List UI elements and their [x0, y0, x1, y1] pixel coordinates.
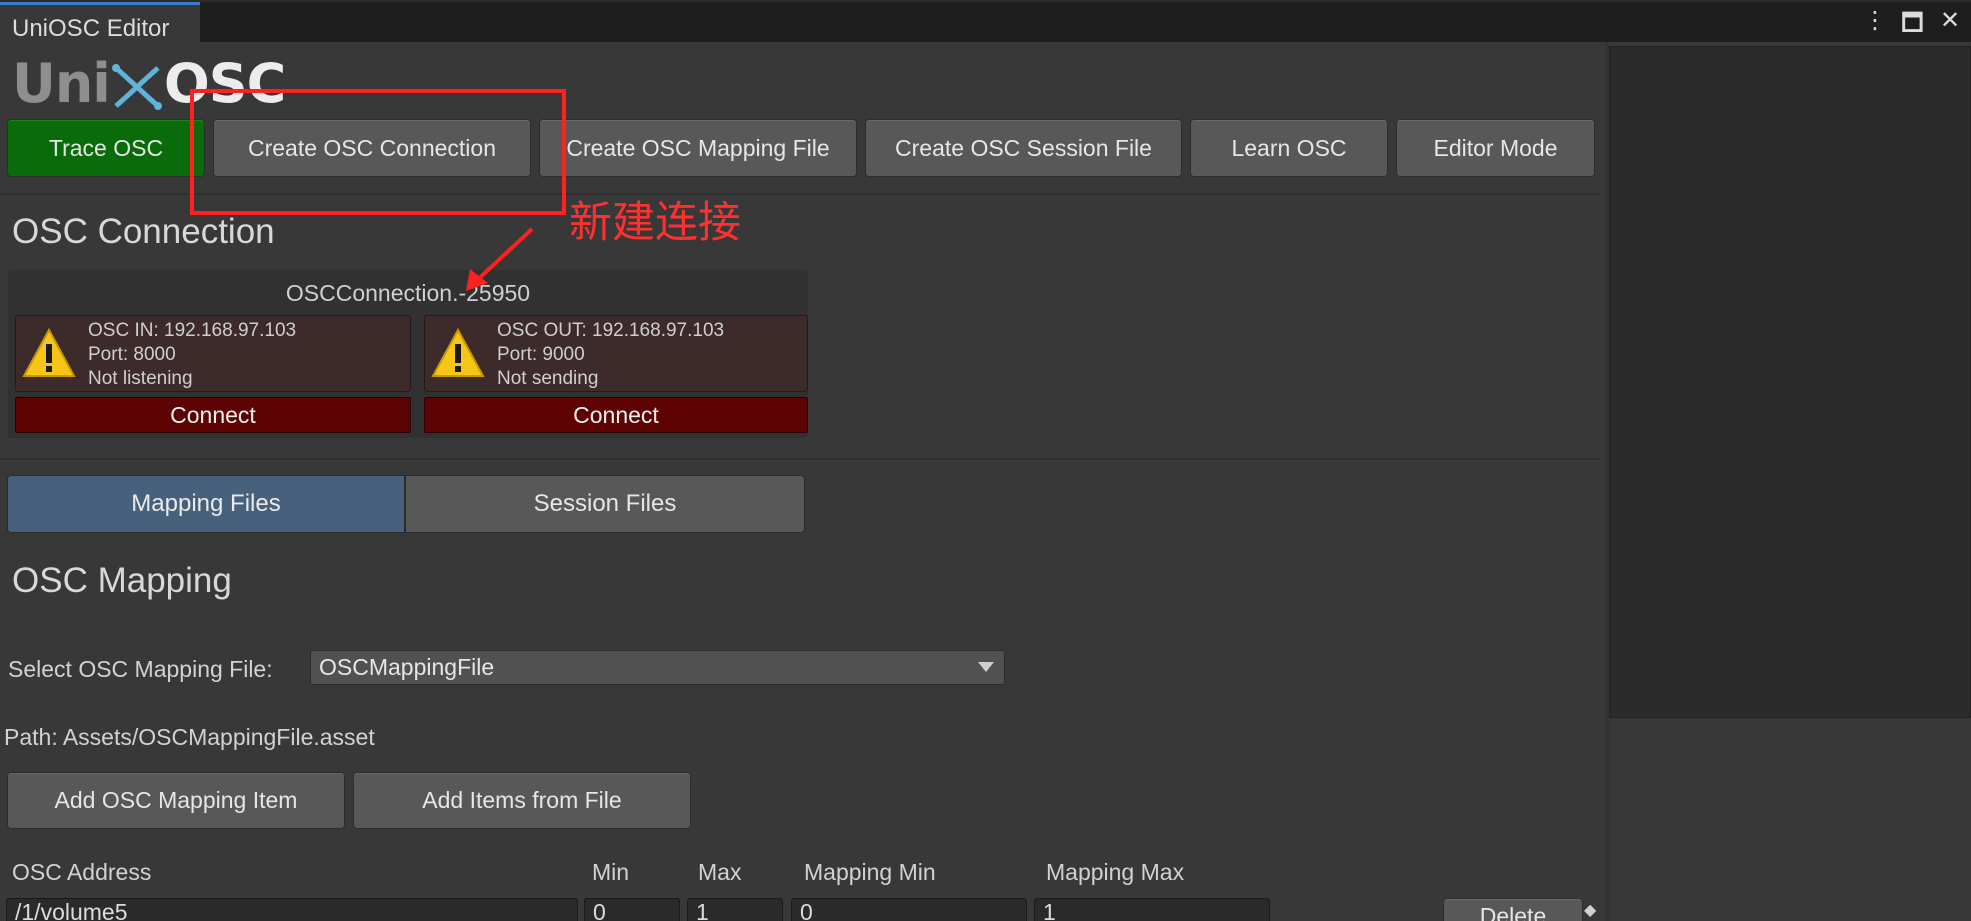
- column-max: Max: [698, 859, 742, 885]
- osc-in-state: Not listening: [88, 368, 193, 389]
- mapping-file-path: Path: Assets/OSCMappingFile.asset: [4, 724, 375, 750]
- create-osc-session-file-button[interactable]: Create OSC Session File: [865, 119, 1182, 177]
- create-osc-mapping-file-button[interactable]: Create OSC Mapping File: [539, 119, 857, 177]
- mapping-file-select[interactable]: OSCMappingFile: [310, 650, 1005, 685]
- editor-mode-button[interactable]: Editor Mode: [1396, 119, 1595, 177]
- osc-connection-heading: OSC Connection: [12, 212, 275, 251]
- annotation-label: 新建连接: [569, 198, 741, 248]
- select-mapping-file-label: Select OSC Mapping File:: [8, 656, 273, 682]
- warning-icon: [22, 328, 76, 377]
- osc-in-connect-button[interactable]: Connect: [15, 397, 411, 433]
- osc-connection-panel: OSCConnection.-25950 OSC IN: 192.168.97.…: [8, 270, 808, 438]
- more-options-icon[interactable]: ⋮: [1863, 6, 1887, 47]
- resize-handle-icon[interactable]: ◆: [1584, 900, 1596, 920]
- osc-in-status: OSC IN: 192.168.97.103 Port: 8000 Not li…: [15, 315, 411, 392]
- mapping-max-field[interactable]: 1: [1034, 898, 1270, 921]
- min-field[interactable]: 0: [584, 898, 680, 921]
- window-controls: ⋮ 🗖 ✕: [1863, 6, 1961, 47]
- max-field[interactable]: 1: [687, 898, 783, 921]
- logo-uni-text: Uni: [12, 52, 111, 115]
- tab-mapping-files[interactable]: Mapping Files: [7, 475, 405, 533]
- delete-button[interactable]: Delete: [1443, 898, 1583, 921]
- osc-out-status: OSC OUT: 192.168.97.103 Port: 9000 Not s…: [424, 315, 808, 392]
- mapping-file-select-value: OSCMappingFile: [319, 654, 495, 680]
- logo-x-icon: [111, 64, 162, 111]
- window-tab[interactable]: UniOSC Editor: [0, 2, 200, 42]
- trace-osc-button[interactable]: Trace OSC: [7, 119, 205, 177]
- column-osc-address: OSC Address: [12, 859, 152, 885]
- osc-address-field[interactable]: /1/volume5: [6, 898, 578, 921]
- osc-in-port: Port: 8000: [88, 344, 176, 365]
- add-osc-mapping-item-button[interactable]: Add OSC Mapping Item: [7, 772, 345, 829]
- maximize-icon[interactable]: 🗖: [1901, 6, 1924, 47]
- osc-mapping-heading: OSC Mapping: [12, 561, 232, 600]
- osc-out-port: Port: 9000: [497, 344, 585, 365]
- window-title: UniOSC Editor: [12, 15, 170, 42]
- column-min: Min: [592, 859, 630, 885]
- close-icon[interactable]: ✕: [1939, 6, 1961, 47]
- column-mapping-min: Mapping Min: [804, 859, 936, 885]
- table-row: /1/volume5 0 1 0 1 Delete ◆: [0, 892, 1600, 921]
- connection-separator: [0, 458, 1600, 460]
- mapping-min-field[interactable]: 0: [791, 898, 1027, 921]
- warning-icon: [431, 328, 485, 377]
- chevron-down-icon: [978, 662, 994, 672]
- annotation-highlight-box: [190, 89, 566, 215]
- window-tab-bar: [0, 0, 1971, 42]
- tab-session-files[interactable]: Session Files: [405, 475, 805, 533]
- osc-out-connect-button[interactable]: Connect: [424, 397, 808, 433]
- osc-out-state: Not sending: [497, 368, 599, 389]
- right-side-panel: [1609, 46, 1971, 718]
- learn-osc-button[interactable]: Learn OSC: [1190, 119, 1388, 177]
- osc-out-address: OSC OUT: 192.168.97.103: [497, 320, 725, 341]
- osc-in-address: OSC IN: 192.168.97.103: [88, 320, 297, 341]
- column-mapping-max: Mapping Max: [1046, 859, 1185, 885]
- annotation-arrow-icon: [466, 227, 534, 291]
- connection-name: OSCConnection.-25950: [285, 280, 531, 306]
- add-items-from-file-button[interactable]: Add Items from File: [353, 772, 691, 829]
